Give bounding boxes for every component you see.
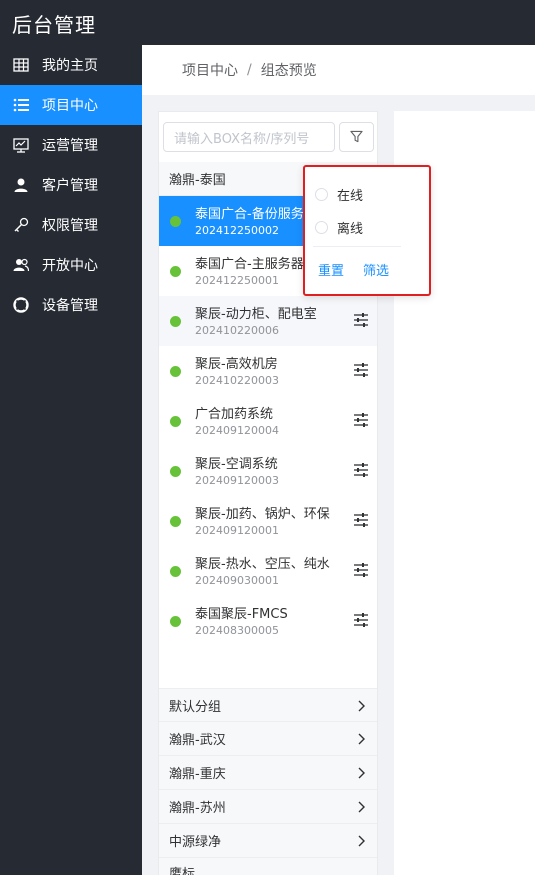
group-header-collapsed[interactable]: 瀚鼎-武汉 [159,722,377,756]
divider [313,246,401,247]
device-row[interactable]: 聚辰-加药、锅炉、环保 202409120001 [159,496,377,546]
group-name: 瀚鼎-武汉 [169,733,226,748]
device-serial: 202408300005 [195,624,279,637]
filter-option-offline[interactable]: 离线 [315,218,363,237]
device-serial: 202410220006 [195,324,279,337]
online-status-dot [170,616,181,627]
key-icon [12,216,30,234]
table-icon [12,56,30,74]
filter-confirm-button[interactable]: 筛选 [363,260,389,279]
search-placeholder: 请输入BOX名称/序列号 [174,131,310,147]
settings-sliders-icon[interactable] [353,512,369,528]
online-status-dot [170,366,181,377]
group-name: 默认分组 [169,699,222,715]
sidebar-item-label: 设备管理 [42,298,98,314]
device-serial: 202409120004 [195,424,279,437]
group-name: 中源绿净 [169,835,222,850]
sidebar-item-operations[interactable]: 运营管理 [0,125,142,165]
online-status-dot [170,516,181,527]
sidebar-item-label: 项目中心 [42,98,98,114]
monitor-chart-icon [12,136,30,154]
settings-sliders-icon[interactable] [353,412,369,428]
device-name: 泰国聚辰-FMCS [195,607,288,622]
device-row[interactable]: 聚辰-热水、空压、纯水 202409030001 [159,546,377,596]
online-status-dot [170,316,181,327]
app-title: 后台管理 [12,13,96,37]
chevron-right-icon [358,700,365,712]
device-name: 聚辰-高效机房 [195,357,278,372]
sidebar-item-permissions[interactable]: 权限管理 [0,205,142,245]
settings-sliders-icon[interactable] [353,462,369,478]
filter-icon [350,128,363,147]
sidebar-item-label: 开放中心 [42,258,98,274]
lifebuoy-icon [12,296,30,314]
group-header-collapsed[interactable]: 瀚鼎-重庆 [159,756,377,790]
sidebar-item-open-center[interactable]: 开放中心 [0,245,142,285]
online-status-dot [170,266,181,277]
sidebar-item-customers[interactable]: 客户管理 [0,165,142,205]
group-name: 瀚鼎-泰国 [169,173,226,188]
chevron-right-icon [358,733,365,745]
sidebar-item-label: 权限管理 [42,218,98,234]
status-filter-popover: 在线 离线 重置 筛选 [303,165,431,296]
sidebar-item-label: 我的主页 [42,58,98,74]
reset-button[interactable]: 重置 [318,260,344,279]
online-status-dot [170,216,181,227]
settings-sliders-icon[interactable] [353,312,369,328]
device-row[interactable]: 聚辰-空调系统 202409120003 [159,446,377,496]
device-serial: 202409120001 [195,524,279,537]
filter-option-label: 在线 [337,189,364,204]
group-name: 瀚鼎-重庆 [169,767,226,782]
device-row[interactable]: 聚辰-高效机房 202410220003 [159,346,377,396]
filter-option-label: 离线 [337,222,364,237]
sidebar-item-devices[interactable]: 设备管理 [0,285,142,325]
device-name: 广合加药系统 [195,407,274,422]
chevron-right-icon [358,835,365,847]
device-row[interactable]: 广合加药系统 202409120004 [159,396,377,446]
breadcrumb-item-project-center[interactable]: 项目中心 [182,60,238,80]
device-serial: 202409120003 [195,474,279,487]
sidebar-item-projects[interactable]: 项目中心 [0,85,142,125]
group-name: 鹰标 [169,867,196,875]
chevron-right-icon [358,801,365,813]
device-serial: 202412250001 [195,274,279,287]
breadcrumb: 项目中心 / 组态预览 [142,45,535,95]
device-name: 聚辰-动力柜、配电室 [195,307,317,322]
device-name: 聚辰-加药、锅炉、环保 [195,507,330,522]
search-input[interactable]: 请输入BOX名称/序列号 [163,122,335,152]
group-header-collapsed[interactable]: 鹰标 [159,858,377,875]
online-status-dot [170,566,181,577]
list-icon [12,96,30,114]
device-serial: 202412250002 [195,224,279,237]
device-row[interactable]: 泰国聚辰-FMCS 202408300005 [159,596,377,646]
group-name: 瀚鼎-苏州 [169,801,226,816]
settings-sliders-icon[interactable] [353,362,369,378]
sidebar-item-label: 客户管理 [42,178,98,194]
breadcrumb-item-preview: 组态预览 [260,63,317,79]
chevron-right-icon [358,767,365,779]
device-serial: 202409030001 [195,574,279,587]
device-name: 聚辰-热水、空压、纯水 [195,557,330,572]
sidebar-item-home[interactable]: 我的主页 [0,45,142,85]
device-row[interactable]: 聚辰-动力柜、配电室 202410220006 [159,296,377,346]
breadcrumb-separator: / [247,62,252,78]
filter-button[interactable] [339,122,374,152]
device-serial: 202410220003 [195,374,279,387]
user-icon [12,176,30,194]
group-header-collapsed[interactable]: 中源绿净 [159,824,377,858]
settings-sliders-icon[interactable] [353,562,369,578]
filter-option-online[interactable]: 在线 [315,185,363,204]
online-status-dot [170,466,181,477]
settings-sliders-icon[interactable] [353,612,369,628]
group-header-collapsed[interactable]: 默认分组 [159,688,377,722]
device-name: 聚辰-空调系统 [195,457,278,472]
group-header-collapsed[interactable]: 瀚鼎-苏州 [159,790,377,824]
sidebar: 我的主页 项目中心 运营管理 客户管理 权限管理 开放中心 设备管理 [0,45,142,875]
sidebar-item-label: 运营管理 [42,138,98,154]
radio-button[interactable] [315,221,328,234]
top-bar: 后台管理 [0,0,535,45]
users-icon [12,256,30,274]
radio-button[interactable] [315,188,328,201]
online-status-dot [170,416,181,427]
